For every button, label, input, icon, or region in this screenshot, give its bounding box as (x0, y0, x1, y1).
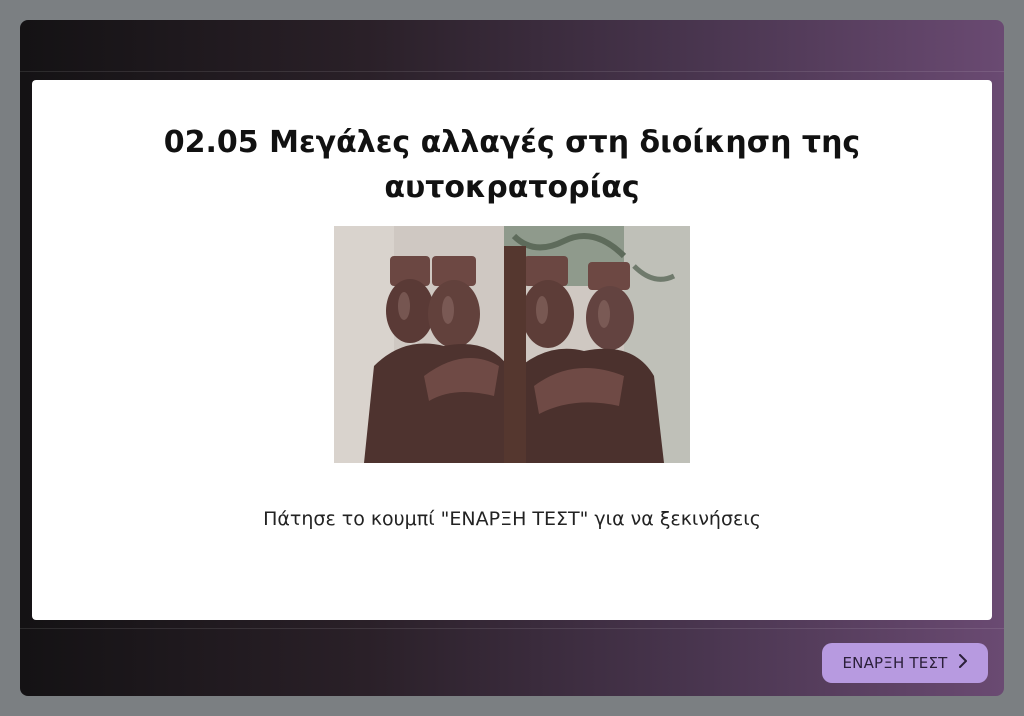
slide-card: 02.05 Μεγάλες αλλαγές στη διοίκηση της α… (32, 80, 992, 620)
tetrarchs-statue-image (334, 226, 690, 463)
slide-title: 02.05 Μεγάλες αλλαγές στη διοίκηση της α… (32, 120, 992, 210)
slide-title-line-2: αυτοκρατορίας (384, 170, 640, 205)
chevron-right-icon (958, 654, 968, 672)
slide-title-line-1: 02.05 Μεγάλες αλλαγές στη διοίκηση της (163, 125, 861, 160)
instruction-text: Πάτησε το κουμπί "ΕΝΑΡΞΗ ΤΕΣΤ" για να ξε… (263, 508, 761, 530)
start-test-label: ΕΝΑΡΞΗ ΤΕΣΤ (842, 654, 948, 672)
start-test-button[interactable]: ΕΝΑΡΞΗ ΤΕΣΤ (822, 643, 988, 683)
quiz-window: 02.05 Μεγάλες αλλαγές στη διοίκηση της α… (20, 20, 1004, 696)
top-bar (20, 20, 1004, 72)
bottom-bar: ΕΝΑΡΞΗ ΤΕΣΤ (20, 628, 1004, 696)
